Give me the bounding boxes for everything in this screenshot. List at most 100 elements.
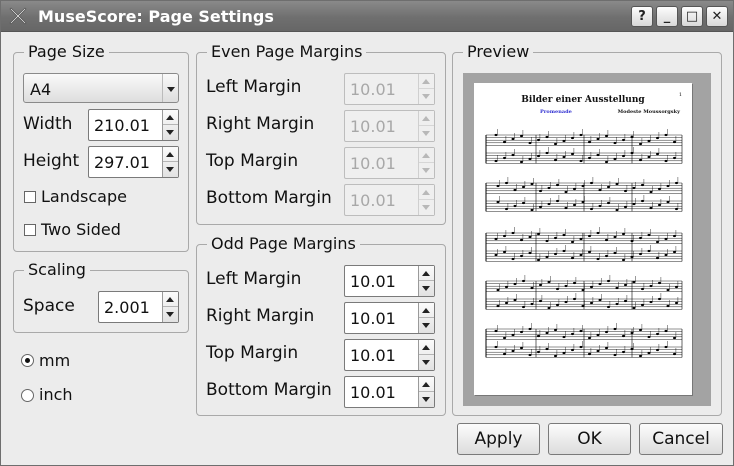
odd-right-down-arrow-icon[interactable]: [419, 318, 434, 333]
preview-page: 1 Bilder einer Ausstellung Promenade Mod…: [474, 83, 692, 395]
note-head: [656, 240, 659, 244]
mm-radio[interactable]: [21, 354, 34, 367]
note-head: [547, 280, 551, 284]
ok-button[interactable]: OK: [548, 423, 631, 455]
note-head: [556, 287, 559, 291]
note-head: [649, 300, 653, 304]
odd-top-margin-value: 10.01: [350, 346, 396, 365]
height-spinbox[interactable]: 297.01: [88, 146, 179, 178]
note-head: [571, 348, 574, 352]
height-down-arrow-icon[interactable]: [163, 162, 178, 177]
note-head: [615, 182, 619, 186]
note-head: [562, 155, 566, 159]
note-head: [641, 183, 644, 187]
note-head: [590, 181, 593, 185]
width-value: 210.01: [94, 116, 150, 135]
note-head: [503, 336, 506, 340]
odd-left-margin-label: Left Margin: [206, 269, 302, 289]
note-head: [596, 349, 600, 353]
note-head: [607, 305, 610, 309]
height-up-arrow-icon[interactable]: [163, 147, 178, 162]
note-head: [605, 134, 608, 138]
width-down-arrow-icon[interactable]: [163, 125, 178, 140]
space-value: 2.001: [104, 298, 150, 317]
odd-left-down-arrow-icon[interactable]: [419, 281, 434, 296]
two-sided-checkbox[interactable]: [24, 224, 36, 236]
odd-bottom-up-arrow-icon[interactable]: [419, 377, 434, 392]
even-top-margin-value: 10.01: [350, 154, 396, 173]
cancel-button[interactable]: Cancel: [639, 423, 723, 455]
note-head: [664, 159, 668, 163]
note-head: [598, 188, 602, 192]
even-left-margin-label: Left Margin: [206, 77, 302, 97]
odd-top-up-arrow-icon[interactable]: [419, 340, 434, 355]
note-head: [530, 182, 534, 186]
note-head: [545, 331, 549, 335]
odd-bottom-down-arrow-icon[interactable]: [419, 392, 434, 407]
odd-left-margin-spinbox[interactable]: 10.01: [344, 265, 435, 297]
note-head: [673, 234, 676, 238]
mm-label[interactable]: mm: [39, 351, 70, 371]
note-head: [562, 139, 566, 143]
landscape-label[interactable]: Landscape: [41, 187, 127, 207]
inch-label[interactable]: inch: [39, 385, 73, 405]
odd-left-up-arrow-icon[interactable]: [419, 266, 434, 281]
note-head: [673, 336, 676, 340]
paper-size-combo[interactable]: A4: [23, 73, 179, 103]
odd-right-margin-spinbox[interactable]: 10.01: [344, 302, 435, 334]
odd-top-margin-spinbox[interactable]: 10.01: [344, 339, 435, 371]
even-right-margin-spinbox[interactable]: 10.01: [344, 110, 435, 142]
even-bottom-up-arrow-icon: [419, 185, 434, 200]
note-head: [537, 138, 540, 142]
note-head: [545, 255, 549, 259]
width-up-arrow-icon[interactable]: [163, 110, 178, 125]
note-head: [503, 250, 506, 254]
note-head: [639, 158, 642, 162]
note-head: [607, 201, 610, 205]
note-head: [656, 256, 659, 260]
maximize-button[interactable]: □: [681, 6, 703, 27]
odd-right-margin-value: 10.01: [350, 309, 396, 328]
note-head: [596, 137, 600, 141]
title-bar[interactable]: MuseScore: Page Settings ? _ □ ✕: [1, 1, 733, 32]
help-button[interactable]: ?: [631, 6, 653, 27]
note-head: [647, 335, 651, 339]
space-up-arrow-icon[interactable]: [163, 292, 178, 307]
note-head: [503, 234, 506, 238]
note-head: [590, 301, 593, 305]
even-right-margin-value: 10.01: [350, 117, 396, 136]
note-head: [494, 253, 498, 257]
minimize-button[interactable]: _: [656, 6, 678, 27]
space-spinbox[interactable]: 2.001: [98, 291, 179, 323]
note-head: [496, 184, 500, 188]
note-head: [537, 258, 540, 262]
note-head: [666, 200, 670, 204]
note-head: [545, 135, 549, 139]
odd-margins-group-title: Odd Page Margins: [207, 234, 360, 254]
space-down-arrow-icon[interactable]: [163, 307, 178, 322]
inch-radio[interactable]: [21, 389, 34, 402]
note-head: [675, 285, 678, 289]
even-right-down-arrow-icon: [419, 126, 434, 141]
even-bottom-margin-spinbox[interactable]: 10.01: [344, 184, 435, 216]
even-top-margin-spinbox[interactable]: 10.01: [344, 147, 435, 179]
note-head: [530, 286, 534, 290]
note-head: [547, 202, 551, 206]
note-head: [613, 353, 617, 357]
note-head: [528, 235, 532, 239]
close-button[interactable]: ✕: [706, 6, 728, 27]
odd-top-down-arrow-icon[interactable]: [419, 355, 434, 370]
odd-right-up-arrow-icon[interactable]: [419, 303, 434, 318]
two-sided-label[interactable]: Two Sided: [41, 220, 121, 240]
note-head: [505, 181, 508, 185]
landscape-checkbox[interactable]: [24, 191, 36, 203]
even-right-up-arrow-icon: [419, 111, 434, 126]
width-spinbox[interactable]: 210.01: [88, 109, 179, 141]
note-head: [673, 352, 676, 356]
height-value: 297.01: [94, 153, 150, 172]
odd-bottom-margin-spinbox[interactable]: 10.01: [344, 376, 435, 408]
apply-button[interactable]: Apply: [457, 423, 540, 455]
even-left-margin-spinbox[interactable]: 10.01: [344, 73, 435, 105]
note-head: [503, 140, 506, 144]
note-head: [496, 288, 500, 292]
